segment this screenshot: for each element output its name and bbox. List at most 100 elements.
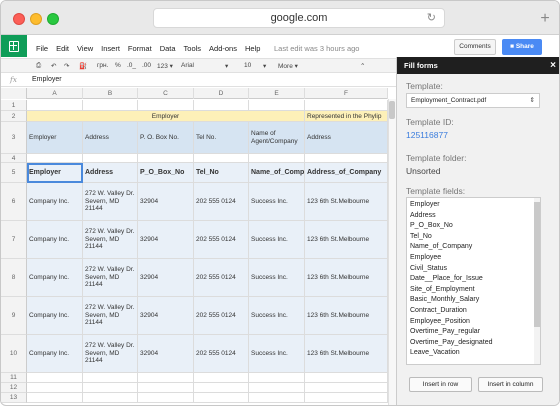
menu-insert[interactable]: Insert — [101, 44, 120, 53]
cell-c3[interactable]: P. O. Box No. — [138, 122, 194, 154]
cell-c4[interactable] — [138, 154, 194, 163]
column-header-c[interactable]: C — [138, 88, 194, 99]
grid-scrollbar-thumb[interactable] — [389, 101, 395, 119]
cell-a5-selected[interactable]: Employer — [27, 163, 83, 183]
minimize-window-button[interactable] — [30, 13, 42, 25]
cell-a13[interactable] — [27, 393, 83, 403]
font-family-dropdown[interactable]: Arial — [181, 62, 194, 69]
cell-b8[interactable]: 272 W. Valley Dr. Severn, MD 21144 — [83, 259, 138, 297]
cell-a1[interactable] — [27, 100, 83, 111]
cell-d1[interactable] — [194, 100, 249, 111]
cell-e8[interactable]: Success Inc. — [249, 259, 305, 297]
row-header-13[interactable]: 13 — [1, 393, 27, 403]
spreadsheet-grid[interactable]: A B C D E F 1 2 3 4 5 6 7 8 9 10 11 12 13 Employer Represent… — [1, 88, 388, 405]
column-header-f[interactable]: F — [305, 88, 388, 99]
comments-button[interactable]: Comments — [454, 39, 496, 55]
row-header-8[interactable]: 8 — [1, 259, 27, 297]
template-field-item[interactable]: Date__Place_for_Issue — [407, 274, 540, 285]
template-fields-list[interactable]: Employer Address P_O_Box_No Tel_No Name_of_C… — [406, 197, 541, 365]
new-tab-icon[interactable]: + — [537, 11, 553, 28]
cell-a10[interactable]: Company Inc. — [27, 335, 83, 373]
close-window-button[interactable] — [13, 13, 25, 25]
merged-header-employer[interactable]: Employer — [27, 111, 305, 122]
cell-c5[interactable]: P_O_Box_No — [138, 163, 194, 183]
fields-scrollbar-thumb[interactable] — [534, 202, 540, 327]
template-field-item[interactable]: Overtime_Pay_regular — [407, 327, 540, 338]
cell-b6[interactable]: 272 W. Valley Dr. Severn, MD 21144 — [83, 183, 138, 221]
cell-a6[interactable]: Company Inc. — [27, 183, 83, 221]
cell-c7[interactable]: 32904 — [138, 221, 194, 259]
cell-c11[interactable] — [138, 373, 194, 383]
cell-e13[interactable] — [249, 393, 305, 403]
cell-e5[interactable]: Name_of_Company — [249, 163, 305, 183]
increase-decimal-button[interactable]: .00 — [142, 62, 151, 69]
row-header-12[interactable]: 12 — [1, 383, 27, 393]
menu-data[interactable]: Data — [160, 44, 176, 53]
cell-d11[interactable] — [194, 373, 249, 383]
cell-c10[interactable]: 32904 — [138, 335, 194, 373]
undo-icon[interactable]: ↶ — [51, 62, 56, 70]
reload-icon[interactable]: ↻ — [427, 9, 436, 28]
cell-f1[interactable] — [305, 100, 388, 111]
merged-header-represented[interactable]: Represented in the Phylip — [305, 111, 388, 122]
print-icon[interactable]: ⎙ — [36, 62, 41, 70]
template-field-item[interactable]: Employee_Position — [407, 317, 540, 328]
cell-e11[interactable] — [249, 373, 305, 383]
cell-f13[interactable] — [305, 393, 388, 403]
row-header-11[interactable]: 11 — [1, 373, 27, 383]
template-field-item[interactable]: Employee — [407, 253, 540, 264]
column-header-b[interactable]: B — [83, 88, 138, 99]
address-bar[interactable]: google.com ↻ — [153, 8, 445, 28]
cell-b5[interactable]: Address — [83, 163, 138, 183]
formula-input[interactable]: Employer — [32, 76, 62, 83]
cell-f12[interactable] — [305, 383, 388, 393]
cell-e10[interactable]: Success Inc. — [249, 335, 305, 373]
cell-d13[interactable] — [194, 393, 249, 403]
cell-a4[interactable] — [27, 154, 83, 163]
cell-e9[interactable]: Success Inc. — [249, 297, 305, 335]
fields-scrollbar[interactable] — [534, 198, 540, 364]
cell-b9[interactable]: 272 W. Valley Dr. Severn, MD 21144 — [83, 297, 138, 335]
template-field-item[interactable]: Site_of_Employment — [407, 285, 540, 296]
cell-a12[interactable] — [27, 383, 83, 393]
cell-b4[interactable] — [83, 154, 138, 163]
cell-e12[interactable] — [249, 383, 305, 393]
menu-help[interactable]: Help — [245, 44, 260, 53]
template-field-item[interactable]: Leave_Vacation — [407, 348, 540, 359]
decrease-decimal-button[interactable]: .0_ — [127, 62, 136, 69]
template-field-item[interactable]: Tel_No — [407, 232, 540, 243]
cell-f9[interactable]: 123 6th St.Melbourne — [305, 297, 388, 335]
cell-b11[interactable] — [83, 373, 138, 383]
cell-b3[interactable]: Address — [83, 122, 138, 154]
template-field-item[interactable]: Basic_Monthly_Salary — [407, 295, 540, 306]
grid-scrollbar[interactable] — [388, 99, 396, 405]
insert-in-column-button[interactable]: Insert in column — [478, 377, 543, 392]
column-header-a[interactable]: A — [27, 88, 83, 99]
cell-b12[interactable] — [83, 383, 138, 393]
menu-tools[interactable]: Tools — [184, 44, 202, 53]
row-header-4[interactable]: 4 — [1, 154, 27, 163]
cell-a9[interactable]: Company Inc. — [27, 297, 83, 335]
share-button[interactable]: ■ Share — [502, 39, 542, 55]
cell-c12[interactable] — [138, 383, 194, 393]
row-header-9[interactable]: 9 — [1, 297, 27, 335]
cell-e1[interactable] — [249, 100, 305, 111]
row-header-7[interactable]: 7 — [1, 221, 27, 259]
cell-f7[interactable]: 123 6th St.Melbourne — [305, 221, 388, 259]
cell-c13[interactable] — [138, 393, 194, 403]
row-header-10[interactable]: 10 — [1, 335, 27, 373]
last-edit-link[interactable]: Last edit was 3 hours ago — [274, 44, 359, 53]
currency-button[interactable]: грн. — [97, 62, 108, 69]
cell-d9[interactable]: 202 555 0124 — [194, 297, 249, 335]
template-field-item[interactable]: Civil_Status — [407, 264, 540, 275]
cell-c6[interactable]: 32904 — [138, 183, 194, 221]
cell-d10[interactable]: 202 555 0124 — [194, 335, 249, 373]
row-header-6[interactable]: 6 — [1, 183, 27, 221]
cell-e6[interactable]: Success Inc. — [249, 183, 305, 221]
font-size-dropdown[interactable]: 10 — [244, 62, 251, 69]
cell-a11[interactable] — [27, 373, 83, 383]
cell-c1[interactable] — [138, 100, 194, 111]
cell-f11[interactable] — [305, 373, 388, 383]
cell-f8[interactable]: 123 6th St.Melbourne — [305, 259, 388, 297]
cell-b1[interactable] — [83, 100, 138, 111]
